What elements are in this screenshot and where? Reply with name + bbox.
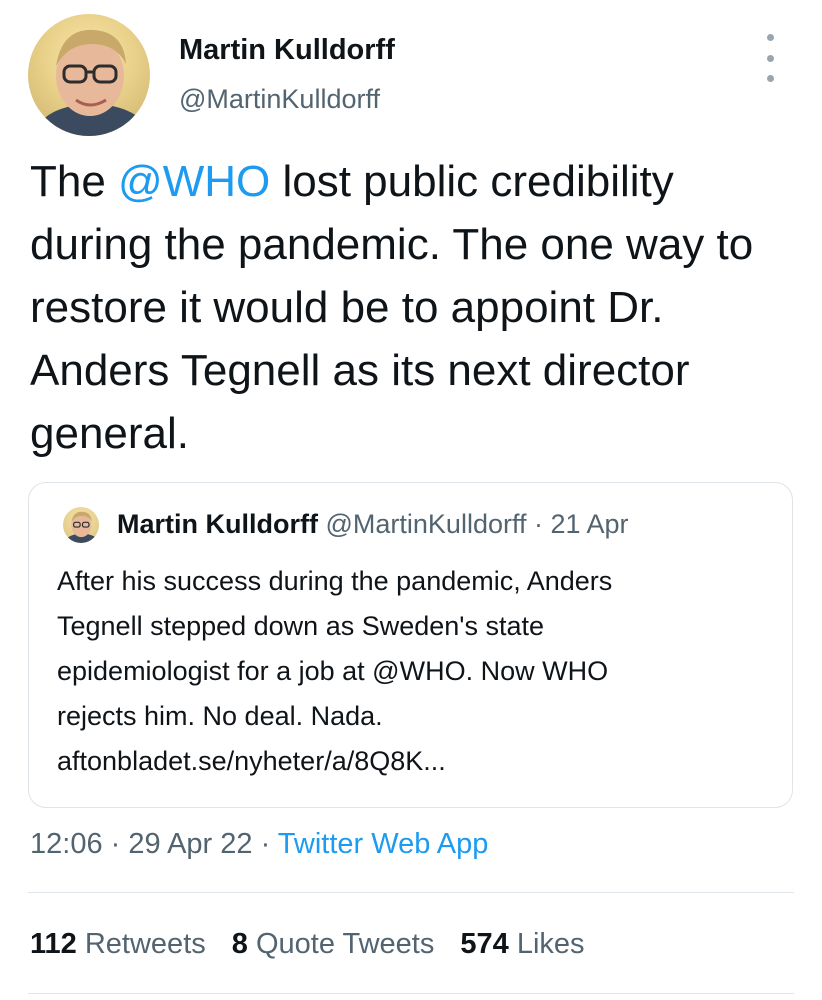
- retweets-stat[interactable]: 112 Retweets: [30, 928, 206, 960]
- retweets-label: Retweets: [84, 928, 206, 960]
- retweets-count: 112: [30, 928, 77, 960]
- quotes-count: 8: [231, 928, 248, 960]
- quoted-tweet[interactable]: Martin Kulldorff @MartinKulldorff · 21 A…: [28, 482, 793, 808]
- author-name[interactable]: Martin Kulldorff: [179, 34, 395, 67]
- quoted-avatar-portrait: [65, 511, 99, 543]
- likes-label: Likes: [516, 928, 585, 960]
- quoted-header: Martin Kulldorff @MartinKulldorff · 21 A…: [117, 509, 629, 540]
- tweet-text: The @WHO lost public credibility during …: [30, 150, 800, 465]
- divider: [28, 993, 794, 994]
- source-app-link[interactable]: Twitter Web App: [278, 828, 489, 860]
- author-handle[interactable]: @MartinKulldorff: [179, 84, 380, 115]
- quoted-text-line: epidemiologist for a job at @WHO. Now WH…: [57, 656, 609, 686]
- quoted-text: After his success during the pandemic, A…: [57, 559, 777, 784]
- likes-count: 574: [460, 928, 509, 960]
- quoted-text-line: Tegnell stepped down as Sweden's state: [57, 611, 544, 641]
- mention-link[interactable]: @WHO: [118, 157, 270, 206]
- engagement-stats: 112 Retweets 8 Quote Tweets 574 Likes: [30, 928, 585, 961]
- quoted-avatar[interactable]: [63, 507, 99, 543]
- avatar[interactable]: [28, 14, 150, 136]
- more-vertical-icon[interactable]: [763, 34, 777, 82]
- quoted-date[interactable]: 21 Apr: [550, 509, 628, 539]
- tweet-header: Martin Kulldorff @MartinKulldorff: [28, 14, 798, 138]
- quotes-label: Quote Tweets: [255, 928, 435, 960]
- quoted-separator: ·: [526, 509, 551, 539]
- avatar-portrait: [36, 29, 148, 136]
- tweet-time[interactable]: 12:06: [30, 828, 103, 860]
- tweet-meta: 12:06 · 29 Apr 22 · Twitter Web App: [30, 828, 489, 860]
- divider: [28, 892, 794, 893]
- likes-stat[interactable]: 574 Likes: [460, 928, 584, 960]
- tweet-text-prefix: The: [30, 157, 119, 206]
- quoted-text-line: rejects him. No deal. Nada.: [57, 701, 383, 731]
- quoted-text-line: After his success during the pandemic, A…: [57, 566, 613, 596]
- tweet-date[interactable]: 29 Apr 22: [128, 828, 252, 860]
- quoted-author-handle: @MartinKulldorff: [325, 509, 527, 539]
- quotes-stat[interactable]: 8 Quote Tweets: [232, 928, 435, 960]
- quoted-author-name: Martin Kulldorff: [117, 509, 318, 539]
- quoted-link[interactable]: aftonbladet.se/nyheter/a/8Q8K...: [57, 739, 777, 784]
